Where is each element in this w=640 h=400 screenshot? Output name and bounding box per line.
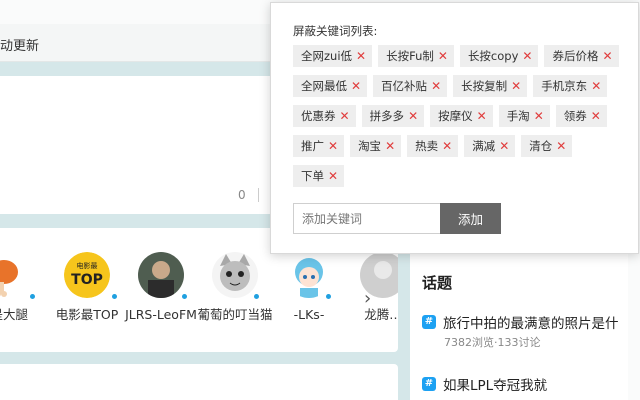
keyword-tag: 券后价格 ✕ (544, 45, 619, 67)
remove-keyword-icon[interactable]: ✕ (511, 79, 521, 93)
keyword-tag: 手机京东 ✕ (533, 75, 608, 97)
keyword-tag-label: 长按复制 (461, 79, 508, 93)
remove-keyword-icon[interactable]: ✕ (328, 139, 338, 153)
keyword-tag: 长按copy ✕ (459, 45, 539, 67)
keyword-tag: 全网最低 ✕ (293, 75, 368, 97)
remove-keyword-icon[interactable]: ✕ (438, 49, 448, 63)
keyword-tag: 拼多多 ✕ (361, 105, 425, 127)
keyword-tag-label: 手淘 (506, 109, 530, 123)
remove-keyword-icon[interactable]: ✕ (442, 139, 452, 153)
keyword-tag: 全网zui低 ✕ (293, 45, 373, 67)
keyword-tag: 手淘 ✕ (498, 105, 550, 127)
keyword-tag-label: 全网zui低 (301, 49, 353, 63)
keyword-tag-label: 手机京东 (541, 79, 588, 93)
keyword-tag-label: 推广 (301, 139, 324, 153)
topic-name[interactable]: 如果LPL夺冠我就 (443, 374, 547, 394)
remove-keyword-icon[interactable]: ✕ (556, 139, 566, 153)
hashtag-icon: # (422, 377, 436, 391)
keyword-tag: 长按复制 ✕ (453, 75, 528, 97)
user-card[interactable]: …是大腿 (0, 252, 46, 323)
keyword-tag: 热卖 ✕ (407, 135, 459, 157)
popup-title: 屏蔽关键词列表: (293, 24, 378, 38)
chevron-right-icon[interactable]: › (364, 288, 371, 309)
remove-keyword-icon[interactable]: ✕ (477, 109, 487, 123)
online-dot (326, 294, 331, 299)
keyword-tag-label: 全网最低 (301, 79, 347, 93)
remove-keyword-icon[interactable]: ✕ (351, 79, 361, 93)
count-value: 0 (238, 188, 246, 202)
remove-keyword-icon[interactable]: ✕ (591, 79, 601, 93)
remove-keyword-icon[interactable]: ✕ (534, 109, 544, 123)
remove-keyword-icon[interactable]: ✕ (385, 139, 395, 153)
keyword-tag: 百亿补贴 ✕ (373, 75, 448, 97)
svg-text:电影最: 电影最 (77, 261, 98, 270)
keyword-tag-label: 热卖 (415, 139, 439, 153)
anime-girl-avatar[interactable] (286, 252, 332, 298)
keyword-tag: 下单 ✕ (293, 165, 345, 187)
keyword-tag: 领券 ✕ (555, 105, 607, 127)
keyword-tag: 清仓 ✕ (521, 135, 573, 157)
cat-avatar[interactable] (212, 252, 258, 298)
online-dot (254, 294, 259, 299)
divider (258, 188, 259, 202)
keyword-tag: 满减 ✕ (464, 135, 516, 157)
keyword-tag: 淘宝 ✕ (350, 135, 402, 157)
remove-keyword-icon[interactable]: ✕ (431, 79, 441, 93)
remove-keyword-icon[interactable]: ✕ (408, 109, 418, 123)
remove-keyword-icon[interactable]: ✕ (340, 109, 350, 123)
photo-avatar[interactable] (138, 252, 184, 298)
add-keyword-button[interactable]: 添加 (440, 203, 501, 234)
topic-panel-title: 话题 (422, 274, 453, 292)
keyword-tag-label: 满减 (472, 139, 496, 153)
feed-card-bottom (0, 364, 398, 400)
keyword-tag-label: 下单 (301, 169, 324, 183)
remove-keyword-icon[interactable]: ✕ (522, 49, 532, 63)
update-text: 动更新 (0, 39, 40, 54)
keyword-tag: 优惠券 ✕ (293, 105, 356, 127)
online-dot (30, 294, 35, 299)
keyword-tag-label: 拼多多 (369, 109, 405, 123)
hashtag-icon: # (422, 315, 436, 329)
keyword-tag-label: 长按Fu制 (386, 49, 434, 63)
topic-item[interactable]: # 旅行中拍的最满意的照片是什 7382浏览·133讨论 (422, 312, 640, 350)
svg-text:TOP: TOP (71, 272, 103, 288)
keyword-tag-label: 券后价格 (552, 49, 599, 63)
add-keyword-input[interactable] (293, 203, 441, 234)
keyword-tag-label: 按摩仪 (438, 109, 473, 123)
topic-item[interactable]: # 如果LPL夺冠我就 (422, 374, 640, 394)
keyword-tag-label: 优惠券 (301, 109, 336, 123)
remove-keyword-icon[interactable]: ✕ (328, 169, 338, 183)
keyword-tag: 推广 ✕ (293, 135, 345, 157)
top-logo-avatar[interactable]: 电影最 TOP (64, 252, 110, 298)
topic-name[interactable]: 旅行中拍的最满意的照片是什 (443, 312, 619, 332)
remove-keyword-icon[interactable]: ✕ (602, 49, 612, 63)
online-dot (182, 294, 187, 299)
keyword-tag-list: 全网zui低 ✕ 长按Fu制 ✕ 长按copy ✕ 券后价格 ✕ 全网最低 ✕ 百亿补贴 ✕ 长按复制 ✕… (293, 45, 623, 187)
remove-keyword-icon[interactable]: ✕ (591, 109, 601, 123)
keyword-tag: 按摩仪 ✕ (430, 105, 493, 127)
keyword-tag-label: 淘宝 (358, 139, 382, 153)
keyword-tag: 长按Fu制 ✕ (378, 45, 454, 67)
topic-panel: 话题 # 旅行中拍的最满意的照片是什 7382浏览·133讨论 # 如果LPL夺冠我… (410, 254, 640, 400)
remove-keyword-icon[interactable]: ✕ (499, 139, 509, 153)
keyword-tag-label: 清仓 (529, 139, 553, 153)
remove-keyword-icon[interactable]: ✕ (356, 49, 366, 63)
user-name[interactable]: …是大腿 (0, 306, 46, 323)
topic-meta: 7382浏览·133讨论 (444, 336, 541, 349)
keyword-filter-popup: 屏蔽关键词列表: 全网zui低 ✕ 长按Fu制 ✕ 长按copy ✕ 券后价格 ✕ 全网最低 ✕ 百… (270, 2, 639, 254)
keyword-tag-label: 领券 (563, 109, 587, 123)
drumstick-avatar[interactable] (0, 252, 26, 298)
keyword-tag-label: 长按copy (467, 49, 519, 63)
online-dot (112, 294, 117, 299)
keyword-tag-label: 百亿补贴 (381, 79, 428, 93)
